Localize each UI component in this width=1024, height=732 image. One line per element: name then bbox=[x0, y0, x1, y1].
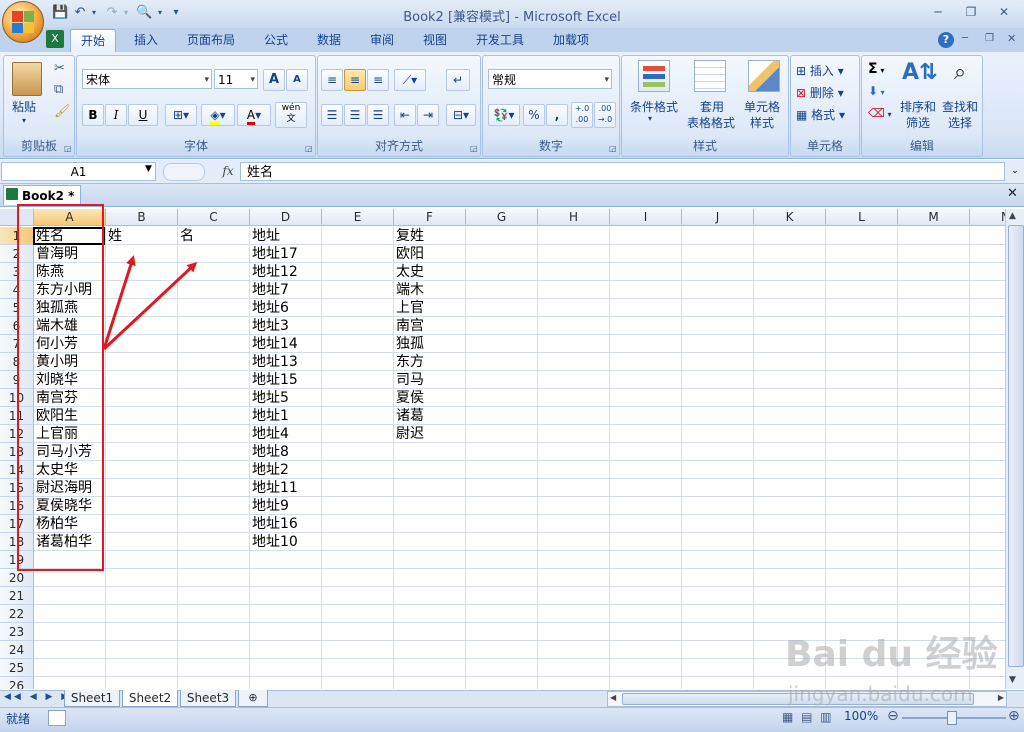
view-buttons-icon[interactable]: ▦ ▤ ▥ bbox=[782, 710, 834, 724]
zoom-in-icon[interactable]: ⊕ bbox=[1008, 708, 1020, 724]
office-button[interactable] bbox=[2, 1, 44, 43]
office-logo-icon bbox=[12, 11, 34, 33]
baidu-watermark: Bai du 经验 bbox=[785, 634, 998, 675]
baidu-watermark-url: jingyan.baidu.com bbox=[788, 682, 973, 706]
sheet-tab-2[interactable]: Sheet2 bbox=[122, 690, 178, 707]
vertical-scrollbar[interactable]: ▲ ▼ bbox=[1005, 209, 1024, 689]
status-ready: 就绪 bbox=[6, 712, 31, 726]
scroll-right-icon[interactable]: ▶ bbox=[998, 693, 1004, 702]
macro-record-icon[interactable] bbox=[48, 710, 66, 726]
annotation-arrows bbox=[102, 255, 198, 351]
zoom-level[interactable]: 100% bbox=[844, 709, 878, 723]
zoom-out-icon[interactable]: ⊖ bbox=[887, 708, 899, 724]
sheet-tab-1[interactable]: Sheet1 bbox=[64, 690, 120, 707]
scroll-down-icon[interactable]: ▼ bbox=[1009, 675, 1016, 685]
zoom-slider-thumb[interactable] bbox=[947, 711, 957, 725]
scroll-left-icon[interactable]: ◀ bbox=[610, 693, 616, 702]
vertical-scroll-thumb[interactable] bbox=[1008, 225, 1024, 667]
scroll-up-icon[interactable]: ▲ bbox=[1009, 211, 1016, 221]
sheet-tab-3[interactable]: Sheet3 bbox=[180, 690, 236, 707]
insert-sheet-icon[interactable]: ⊕ bbox=[238, 690, 268, 707]
